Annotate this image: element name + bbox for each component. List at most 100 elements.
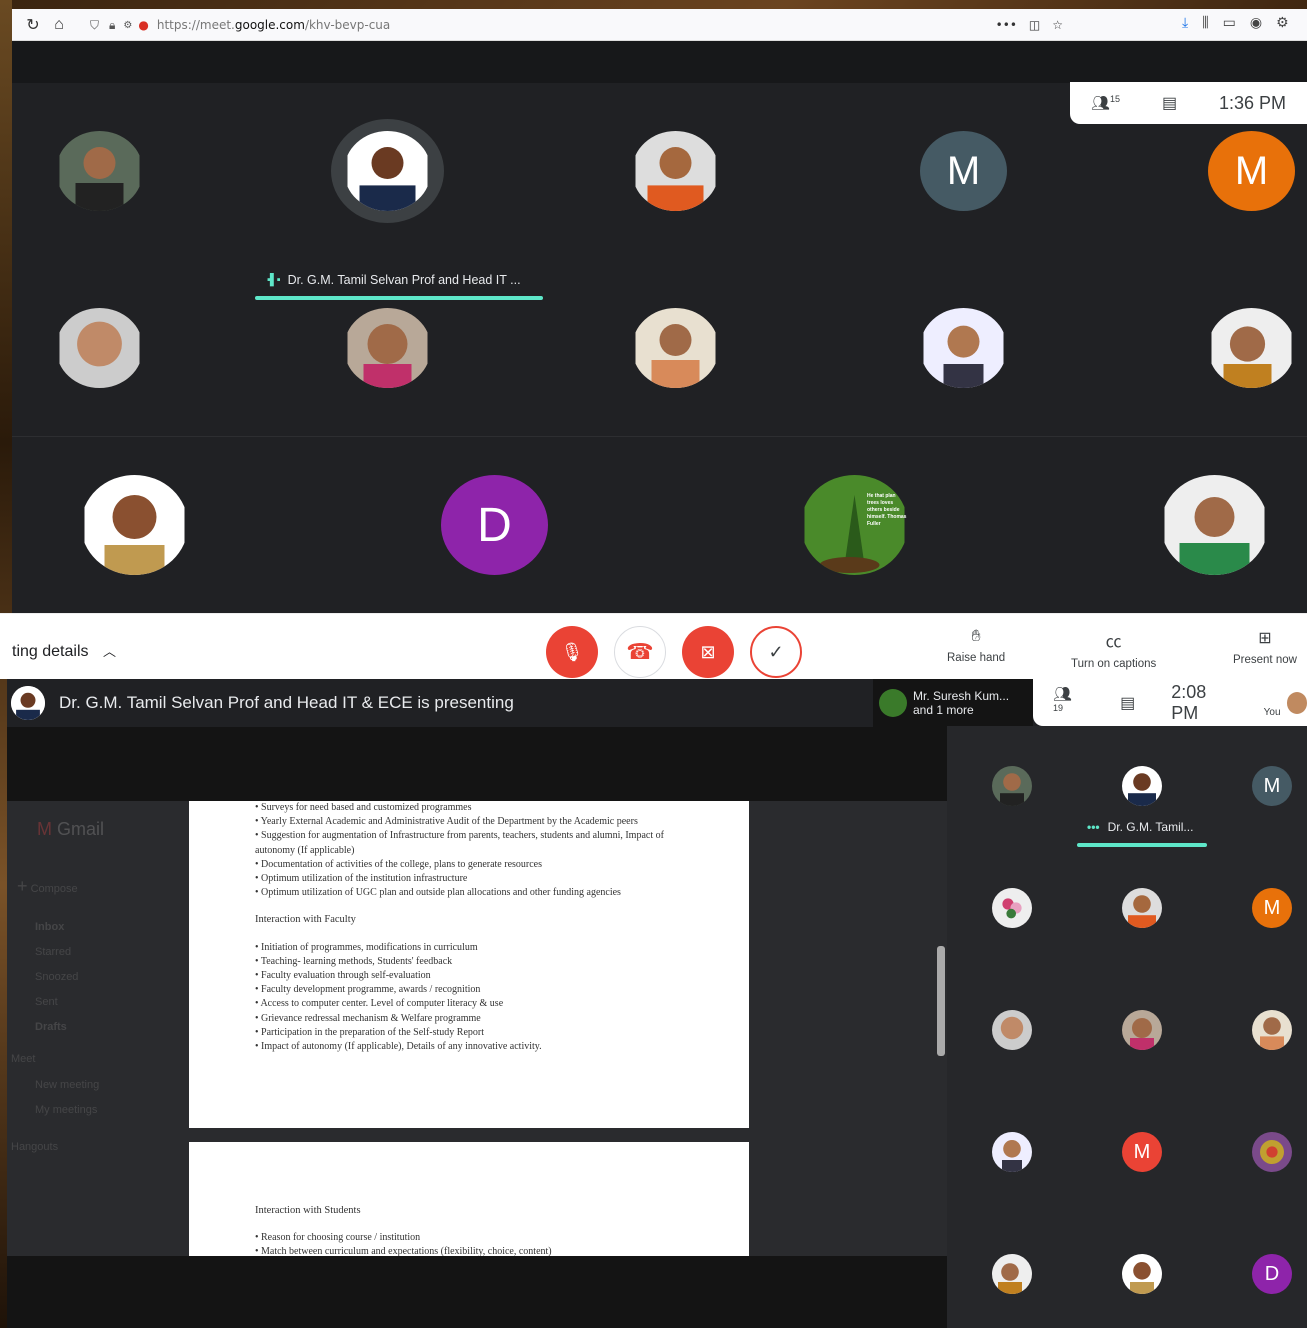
mute-microphone-button[interactable]: 🎙︎ [546, 626, 598, 678]
gmail-meet: Meet [11, 1053, 36, 1065]
participant-photo [84, 475, 185, 575]
side-participant[interactable] [1252, 1010, 1292, 1050]
participant-tile-letter[interactable]: M [1208, 131, 1295, 211]
presenter-bar: Dr. G.M. Tamil Selvan Prof and Head IT &… [7, 679, 873, 727]
address-bar[interactable]: ⛉ 🔒︎ ⚙ ● https://meet. google.com/khv-bev… [90, 12, 1075, 38]
side-participant[interactable] [992, 888, 1032, 928]
participant-photo [1164, 475, 1265, 575]
reload-icon[interactable]: ↻ [20, 15, 46, 35]
page1-line: autonomy (If applicable) [255, 844, 355, 856]
url-prefix: https://meet. [156, 18, 235, 32]
page1-line: • Yearly External Academic and Administr… [255, 816, 638, 828]
faculty-line: • Participation in the preparation of th… [255, 1026, 484, 1038]
thumbnail-caption: He that plan trees loves others beside h… [867, 493, 907, 527]
participant-tile[interactable] [56, 308, 143, 388]
participant-photo [59, 131, 140, 211]
present-now-button[interactable]: ⊞ Present now [1233, 628, 1297, 666]
self-avatar[interactable] [1286, 691, 1307, 714]
gmail-starred: Starred [35, 946, 72, 958]
student-line: • Match between curriculum and expectati… [255, 1246, 552, 1256]
camera-toggle-button[interactable]: ⊠ [682, 626, 734, 678]
gmail-logo: M Gmail [37, 819, 105, 839]
participant-tile[interactable] [632, 131, 719, 211]
top-strip [12, 41, 1307, 83]
extensions-icon[interactable]: ⚙ [1276, 14, 1289, 31]
side-speaker-underline [1077, 843, 1207, 847]
page-actions-icon[interactable]: ••• [996, 18, 1017, 32]
participant-tile[interactable]: He that plan trees loves others beside h… [801, 475, 908, 575]
participant-tile-speaker[interactable] [344, 131, 431, 211]
side-participant[interactable] [992, 1254, 1032, 1294]
faculty-line: • Initiation of programmes, modification… [255, 941, 478, 953]
chat-icon[interactable]: ▤ [1162, 93, 1177, 113]
raise-hand-button[interactable]: ✋︎ Raise hand [947, 628, 1005, 664]
and-more-label: and 1 more [913, 703, 974, 717]
avatar-letter: M [1263, 896, 1281, 919]
side-participant[interactable] [1122, 1010, 1162, 1050]
participant-tile-letter[interactable]: D [441, 475, 548, 575]
audio-level-icon: ▪▌▪ [267, 274, 281, 286]
permissions-icon: ⚙ [123, 19, 133, 31]
pocket-icon[interactable]: ◫ [1029, 18, 1040, 32]
participant-photo [347, 131, 428, 211]
participant-tile[interactable] [920, 308, 1007, 388]
gmail-sent: Sent [35, 996, 58, 1008]
side-participant-letter[interactable]: M [1252, 766, 1292, 806]
side-participant[interactable] [1122, 766, 1162, 806]
chevron-up-icon: ︿ [102, 644, 116, 659]
audio-level-icon: ••• [1087, 820, 1100, 834]
side-participant-letter[interactable]: M [1122, 1132, 1162, 1172]
shared-screen: M Gmail + Compose Inbox Starred Snoozed … [7, 801, 947, 1256]
gmail-my-meetings: My meetings [35, 1104, 98, 1116]
bookmark-star-icon[interactable]: ☆ [1052, 18, 1063, 32]
presentation-bottom-margin [7, 1256, 947, 1328]
side-participant[interactable] [1122, 1254, 1162, 1294]
side-participant[interactable] [1252, 1132, 1292, 1172]
speaker-name: Dr. G.M. Tamil Selvan Prof and Head IT .… [287, 273, 521, 287]
meeting-info-card: 👥︎19 ▤ 2:08 PM You [1033, 679, 1307, 726]
document-page-2: Interaction with Students • Reason for c… [189, 1142, 749, 1256]
side-participant[interactable] [992, 1010, 1032, 1050]
page1-line: • Suggestion for augmentation of Infrast… [255, 830, 664, 842]
side-participant[interactable] [1122, 888, 1162, 928]
participant-tile[interactable] [344, 308, 431, 388]
side-participant[interactable] [992, 766, 1032, 806]
participant-tile[interactable] [1161, 475, 1268, 575]
participant-tile[interactable] [1208, 308, 1295, 388]
sidebar-icon[interactable]: ▭ [1223, 14, 1236, 31]
checkmark-button[interactable]: ✓ [750, 626, 802, 678]
leave-call-button[interactable]: ☎︎ [614, 626, 666, 678]
side-active-speaker: ••• Dr. G.M. Tamil... [1087, 820, 1193, 834]
library-icon[interactable]: ⫼ [1202, 14, 1208, 31]
avatar-letter: M [946, 148, 981, 193]
gmail-inbox: Inbox [35, 921, 65, 933]
captions-button[interactable]: ㏄ Turn on captions [1071, 628, 1156, 670]
participant-tile-letter[interactable]: M [920, 131, 1007, 211]
participant-tile[interactable] [56, 131, 143, 211]
check-icon: ✓ [768, 641, 784, 662]
home-icon[interactable]: ⌂ [46, 16, 72, 34]
chat-icon[interactable]: ▤ [1120, 693, 1135, 713]
avatar-letter: D [1264, 1262, 1280, 1285]
side-participant-letter[interactable]: M [1252, 888, 1292, 928]
participant-tile[interactable] [81, 475, 188, 575]
microphone-icon: ● [138, 18, 149, 32]
scrollbar-thumb[interactable] [937, 946, 945, 1056]
shield-icon: ⛉ [90, 17, 100, 32]
side-participant[interactable] [992, 1132, 1032, 1172]
download-icon[interactable]: ⤓ [1182, 14, 1188, 31]
speaking-participants-chip[interactable]: Mr. Suresh Kum... and 1 more [873, 679, 1033, 727]
participants-button[interactable]: 👥︎19 [1053, 685, 1080, 721]
account-icon[interactable]: ◉ [1250, 14, 1262, 31]
avatar-letter: M [1133, 1140, 1151, 1163]
participant-tile[interactable] [632, 308, 719, 388]
captions-label: Turn on captions [1071, 658, 1157, 670]
participants-count: 19 [1053, 702, 1064, 713]
meet-presentation-view: Dr. G.M. Tamil Selvan Prof and Head IT &… [7, 679, 1307, 1328]
side-participant-letter[interactable]: D [1252, 1254, 1292, 1294]
meeting-details-button[interactable]: ting details ︿ [12, 641, 116, 661]
raise-hand-label: Raise hand [947, 652, 1006, 664]
gmail-drafts: Drafts [35, 1021, 67, 1033]
meeting-info-card: 👥︎15 ▤ 1:36 PM [1070, 82, 1307, 124]
participants-button[interactable]: 👥︎15 [1091, 94, 1120, 112]
